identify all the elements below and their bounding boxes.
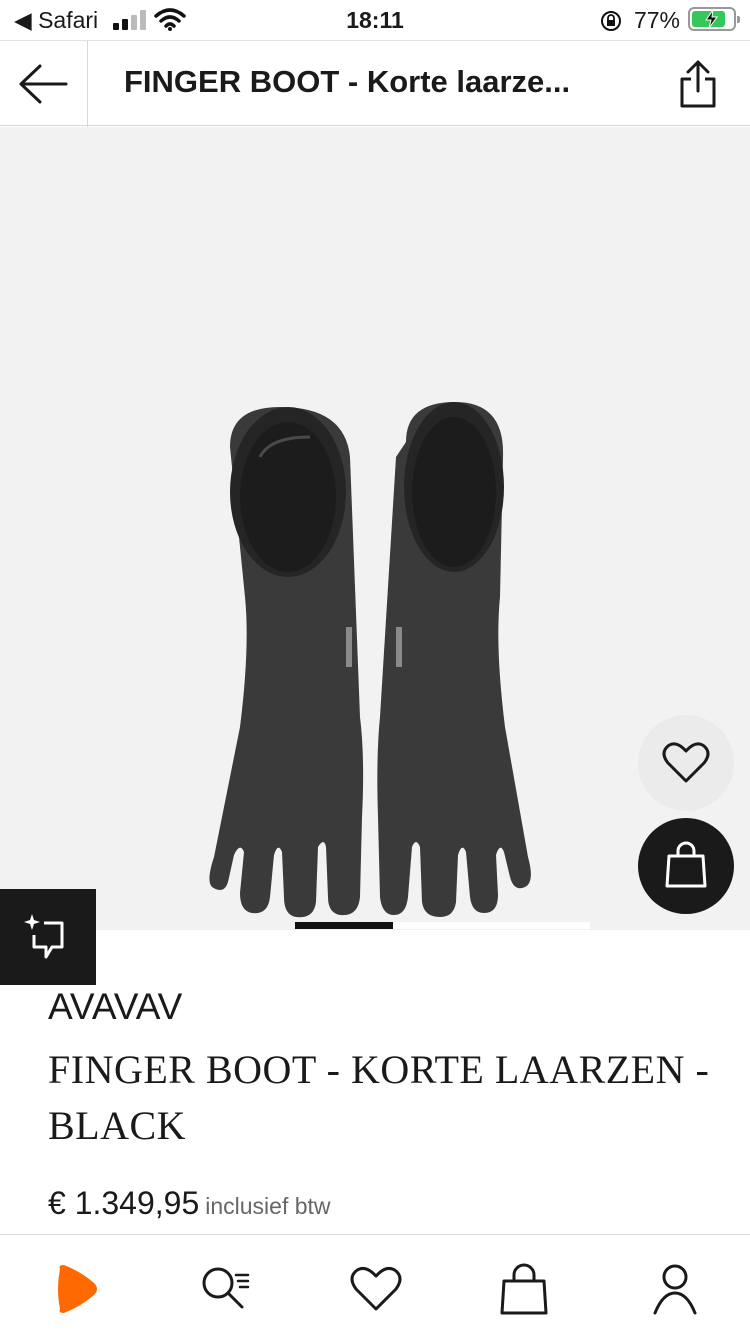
bag-icon[interactable]: [496, 1261, 552, 1317]
add-to-bag-button[interactable]: [638, 818, 734, 914]
product-image: [209, 402, 531, 918]
gallery-indicator-track: [393, 922, 590, 929]
price: € 1.349,95: [48, 1185, 200, 1221]
gallery-indicator-active: [295, 922, 393, 929]
product-name: FINGER BOOT - KORTE LAARZEN - BLACK: [48, 1047, 710, 1148]
price-line: € 1.349,95 inclusief btw: [48, 1185, 331, 1222]
rotation-lock-icon: [601, 11, 621, 31]
account-icon[interactable]: [647, 1261, 703, 1317]
search-icon[interactable]: [198, 1261, 254, 1317]
home-icon[interactable]: [50, 1261, 106, 1317]
status-bar: ◀ Safari 18:11 77%: [0, 0, 750, 40]
ar-view-button[interactable]: [0, 889, 96, 985]
battery-percent: 77%: [633, 7, 680, 33]
shopping-bag-icon: [665, 841, 707, 888]
nav-divider: [87, 41, 88, 127]
battery-charging-icon: [688, 7, 740, 31]
tab-bar: [0, 1234, 750, 1335]
navigation-bar: FINGER BOOT - Korte laarze...: [0, 40, 750, 127]
vat-note: inclusief btw: [205, 1193, 331, 1219]
share-icon[interactable]: [678, 59, 718, 109]
add-to-wishlist-button[interactable]: [638, 715, 734, 811]
brand-name[interactable]: AVAVAV: [48, 986, 182, 1028]
product-image-gallery[interactable]: [0, 127, 750, 930]
left-boot: [209, 407, 364, 918]
ar-view-icon: [24, 914, 64, 959]
wishlist-icon[interactable]: [348, 1261, 404, 1317]
page-title: FINGER BOOT - Korte laarze...: [124, 64, 571, 99]
right-boot: [377, 402, 531, 917]
back-arrow-icon[interactable]: [18, 63, 68, 105]
heart-icon: [662, 742, 710, 783]
